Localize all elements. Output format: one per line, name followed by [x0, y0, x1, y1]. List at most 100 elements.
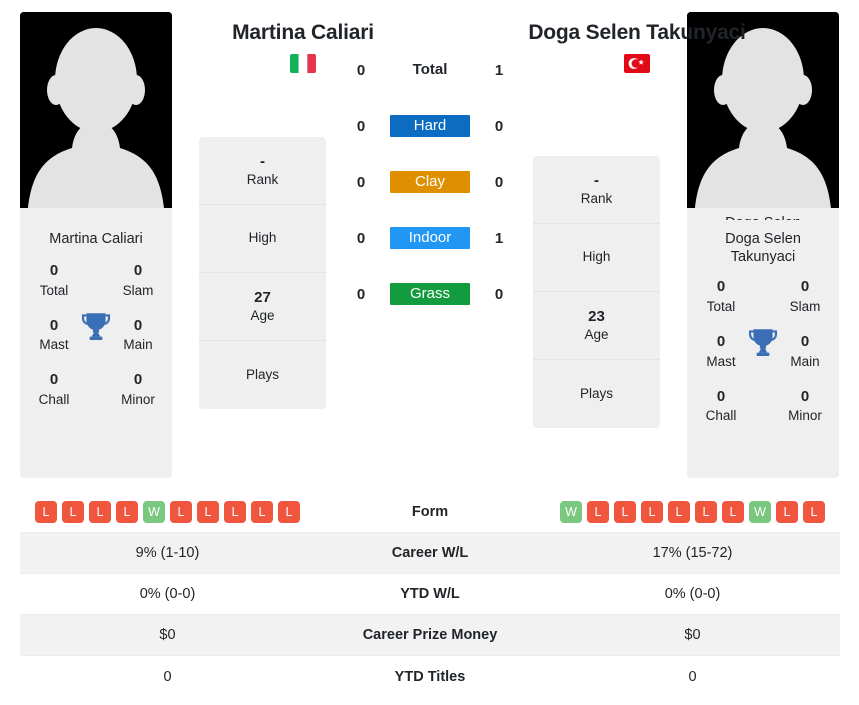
stat-value-left: 0 — [163, 668, 172, 685]
stat-label: Minor — [788, 408, 822, 424]
stat-value: 0 — [800, 387, 810, 405]
titles-row: 0 Total 0 Slam — [695, 276, 831, 317]
form-strip-right: WLLLLLLWLL — [545, 501, 840, 523]
h2h-score-right-grass: 0 — [494, 285, 504, 303]
age-label: Age — [584, 327, 609, 343]
player-comparison-page: Martina Caliari Doga Selen Takunyaci Mar… — [0, 0, 859, 705]
age-value: 23 — [588, 307, 605, 325]
player-name-left[interactable]: Martina Caliari — [178, 20, 428, 46]
stat-minor: 0 Minor — [779, 386, 831, 427]
stat-label: Chall — [38, 392, 70, 408]
form-badge-loss[interactable]: L — [776, 501, 798, 523]
stat-value-left: 0% (0-0) — [139, 586, 196, 602]
info-cell-age: 27 Age — [199, 273, 326, 341]
stat-value-right: 17% (15-72) — [652, 545, 733, 561]
stat-value: 0 — [800, 278, 810, 296]
form-badge-win[interactable]: W — [749, 501, 771, 523]
turkey-flag-icon — [512, 53, 762, 73]
titles-row: 0 Total 0 Slam — [28, 260, 164, 301]
stat-label: Slam — [122, 282, 154, 298]
titles-row: 0 Chall 0 Minor — [28, 369, 164, 410]
table-row: 9% (1-10) Career W/L 17% (15-72) — [20, 533, 840, 574]
plays-label: Plays — [245, 366, 279, 382]
surface-badge-hard[interactable]: Hard — [390, 115, 470, 137]
trophy-icon — [79, 309, 113, 343]
form-badge-loss[interactable]: L — [170, 501, 192, 523]
info-cell-plays: Plays — [199, 341, 326, 409]
form-badge-loss[interactable]: L — [722, 501, 744, 523]
form-badge-win[interactable]: W — [560, 501, 582, 523]
stat-mast: 0 Mast — [695, 331, 747, 372]
form-badge-loss[interactable]: L — [116, 501, 138, 523]
rank-label: Rank — [580, 191, 613, 207]
form-badge-loss[interactable]: L — [614, 501, 636, 523]
stat-slam: 0 Slam — [112, 260, 164, 301]
stat-value: 0 — [49, 262, 59, 279]
form-badge-loss[interactable]: L — [641, 501, 663, 523]
player-photo-left — [20, 12, 172, 208]
surface-row-hard: 0 Hard 0 — [350, 112, 510, 140]
stat-label: Minor — [121, 392, 155, 408]
info-cell-age: 23 Age — [533, 292, 660, 360]
stat-value: 0 — [716, 278, 726, 296]
titles-card-heading: Martina Caliari — [49, 231, 143, 247]
stat-label: Chall — [705, 408, 737, 424]
info-cell-rank: - Rank — [199, 137, 326, 205]
form-badge-loss[interactable]: L — [224, 501, 246, 523]
surface-row-grass: 0 Grass 0 — [350, 280, 510, 308]
surface-label-total: Total — [412, 61, 448, 78]
form-badge-loss[interactable]: L — [62, 501, 84, 523]
h2h-score-right-hard: 0 — [494, 117, 504, 135]
surface-badge-grass[interactable]: Grass — [390, 283, 470, 305]
stat-total: 0 Total — [28, 260, 80, 301]
stat-value: 0 — [716, 387, 726, 405]
high-label: High — [582, 249, 611, 265]
h2h-score-left-hard: 0 — [356, 117, 366, 135]
info-cell-plays: Plays — [533, 360, 660, 428]
titles-grid: 0 Total 0 Slam 0 Mast 0 Main 0 Chall 0 M… — [695, 270, 831, 426]
info-cell-high: High — [199, 205, 326, 273]
player-info-card-left: - Rank High 27 Age Plays — [199, 137, 326, 409]
stat-label: Total — [706, 299, 736, 314]
stat-row-label: YTD Titles — [394, 668, 466, 685]
h2h-score-right-total: 1 — [494, 61, 504, 79]
stat-value-right: 0 — [688, 668, 697, 685]
form-badge-loss[interactable]: L — [668, 501, 690, 523]
form-badge-loss[interactable]: L — [278, 501, 300, 523]
stat-label: Main — [123, 337, 153, 353]
stat-row-label: Career Prize Money — [362, 627, 498, 643]
form-badge-win[interactable]: W — [143, 501, 165, 523]
form-badge-loss[interactable]: L — [35, 501, 57, 523]
h2h-score-left-clay: 0 — [356, 173, 366, 191]
titles-grid: 0 Total 0 Slam 0 Mast 0 Main 0 Chall 0 M… — [28, 254, 164, 410]
form-badge-loss[interactable]: L — [803, 501, 825, 523]
stat-minor: 0 Minor — [112, 369, 164, 410]
stat-value: 0 — [716, 332, 726, 350]
stat-value-right: 0% (0-0) — [664, 586, 721, 602]
age-value: 27 — [254, 288, 271, 306]
form-badge-loss[interactable]: L — [587, 501, 609, 523]
surface-badge-indoor[interactable]: Indoor — [390, 227, 470, 249]
h2h-score-left-indoor: 0 — [356, 229, 366, 247]
stat-value: 0 — [133, 371, 143, 389]
titles-row: 0 Chall 0 Minor — [695, 386, 831, 427]
form-badge-loss[interactable]: L — [197, 501, 219, 523]
form-badge-loss[interactable]: L — [251, 501, 273, 523]
stat-total: 0 Total — [695, 276, 747, 317]
table-row: L L L L W L L L L L Form W L L L L L L W L L — [20, 492, 840, 533]
stat-value: 0 — [49, 371, 59, 389]
info-cell-high: High — [533, 224, 660, 292]
surface-row-clay: 0 Clay 0 — [350, 168, 510, 196]
form-badge-loss[interactable]: L — [89, 501, 111, 523]
form-badge-loss[interactable]: L — [695, 501, 717, 523]
table-row: 0% (0-0) YTD W/L 0% (0-0) — [20, 574, 840, 615]
form-strip-left: LLLLWLLLLL — [20, 501, 315, 523]
plays-label: Plays — [579, 385, 613, 401]
h2h-score-left-grass: 0 — [356, 285, 366, 303]
avatar-placeholder-icon — [20, 12, 172, 208]
age-label: Age — [250, 308, 275, 324]
rank-label: Rank — [246, 172, 279, 188]
head-to-head-surface-list: 0 Total 1 0 Hard 0 0 Clay 0 0 Indoor 1 0 Grass 0 — [350, 56, 510, 308]
surface-badge-clay[interactable]: Clay — [390, 171, 470, 193]
player-name-right[interactable]: Doga Selen Takunyaci — [512, 20, 762, 46]
